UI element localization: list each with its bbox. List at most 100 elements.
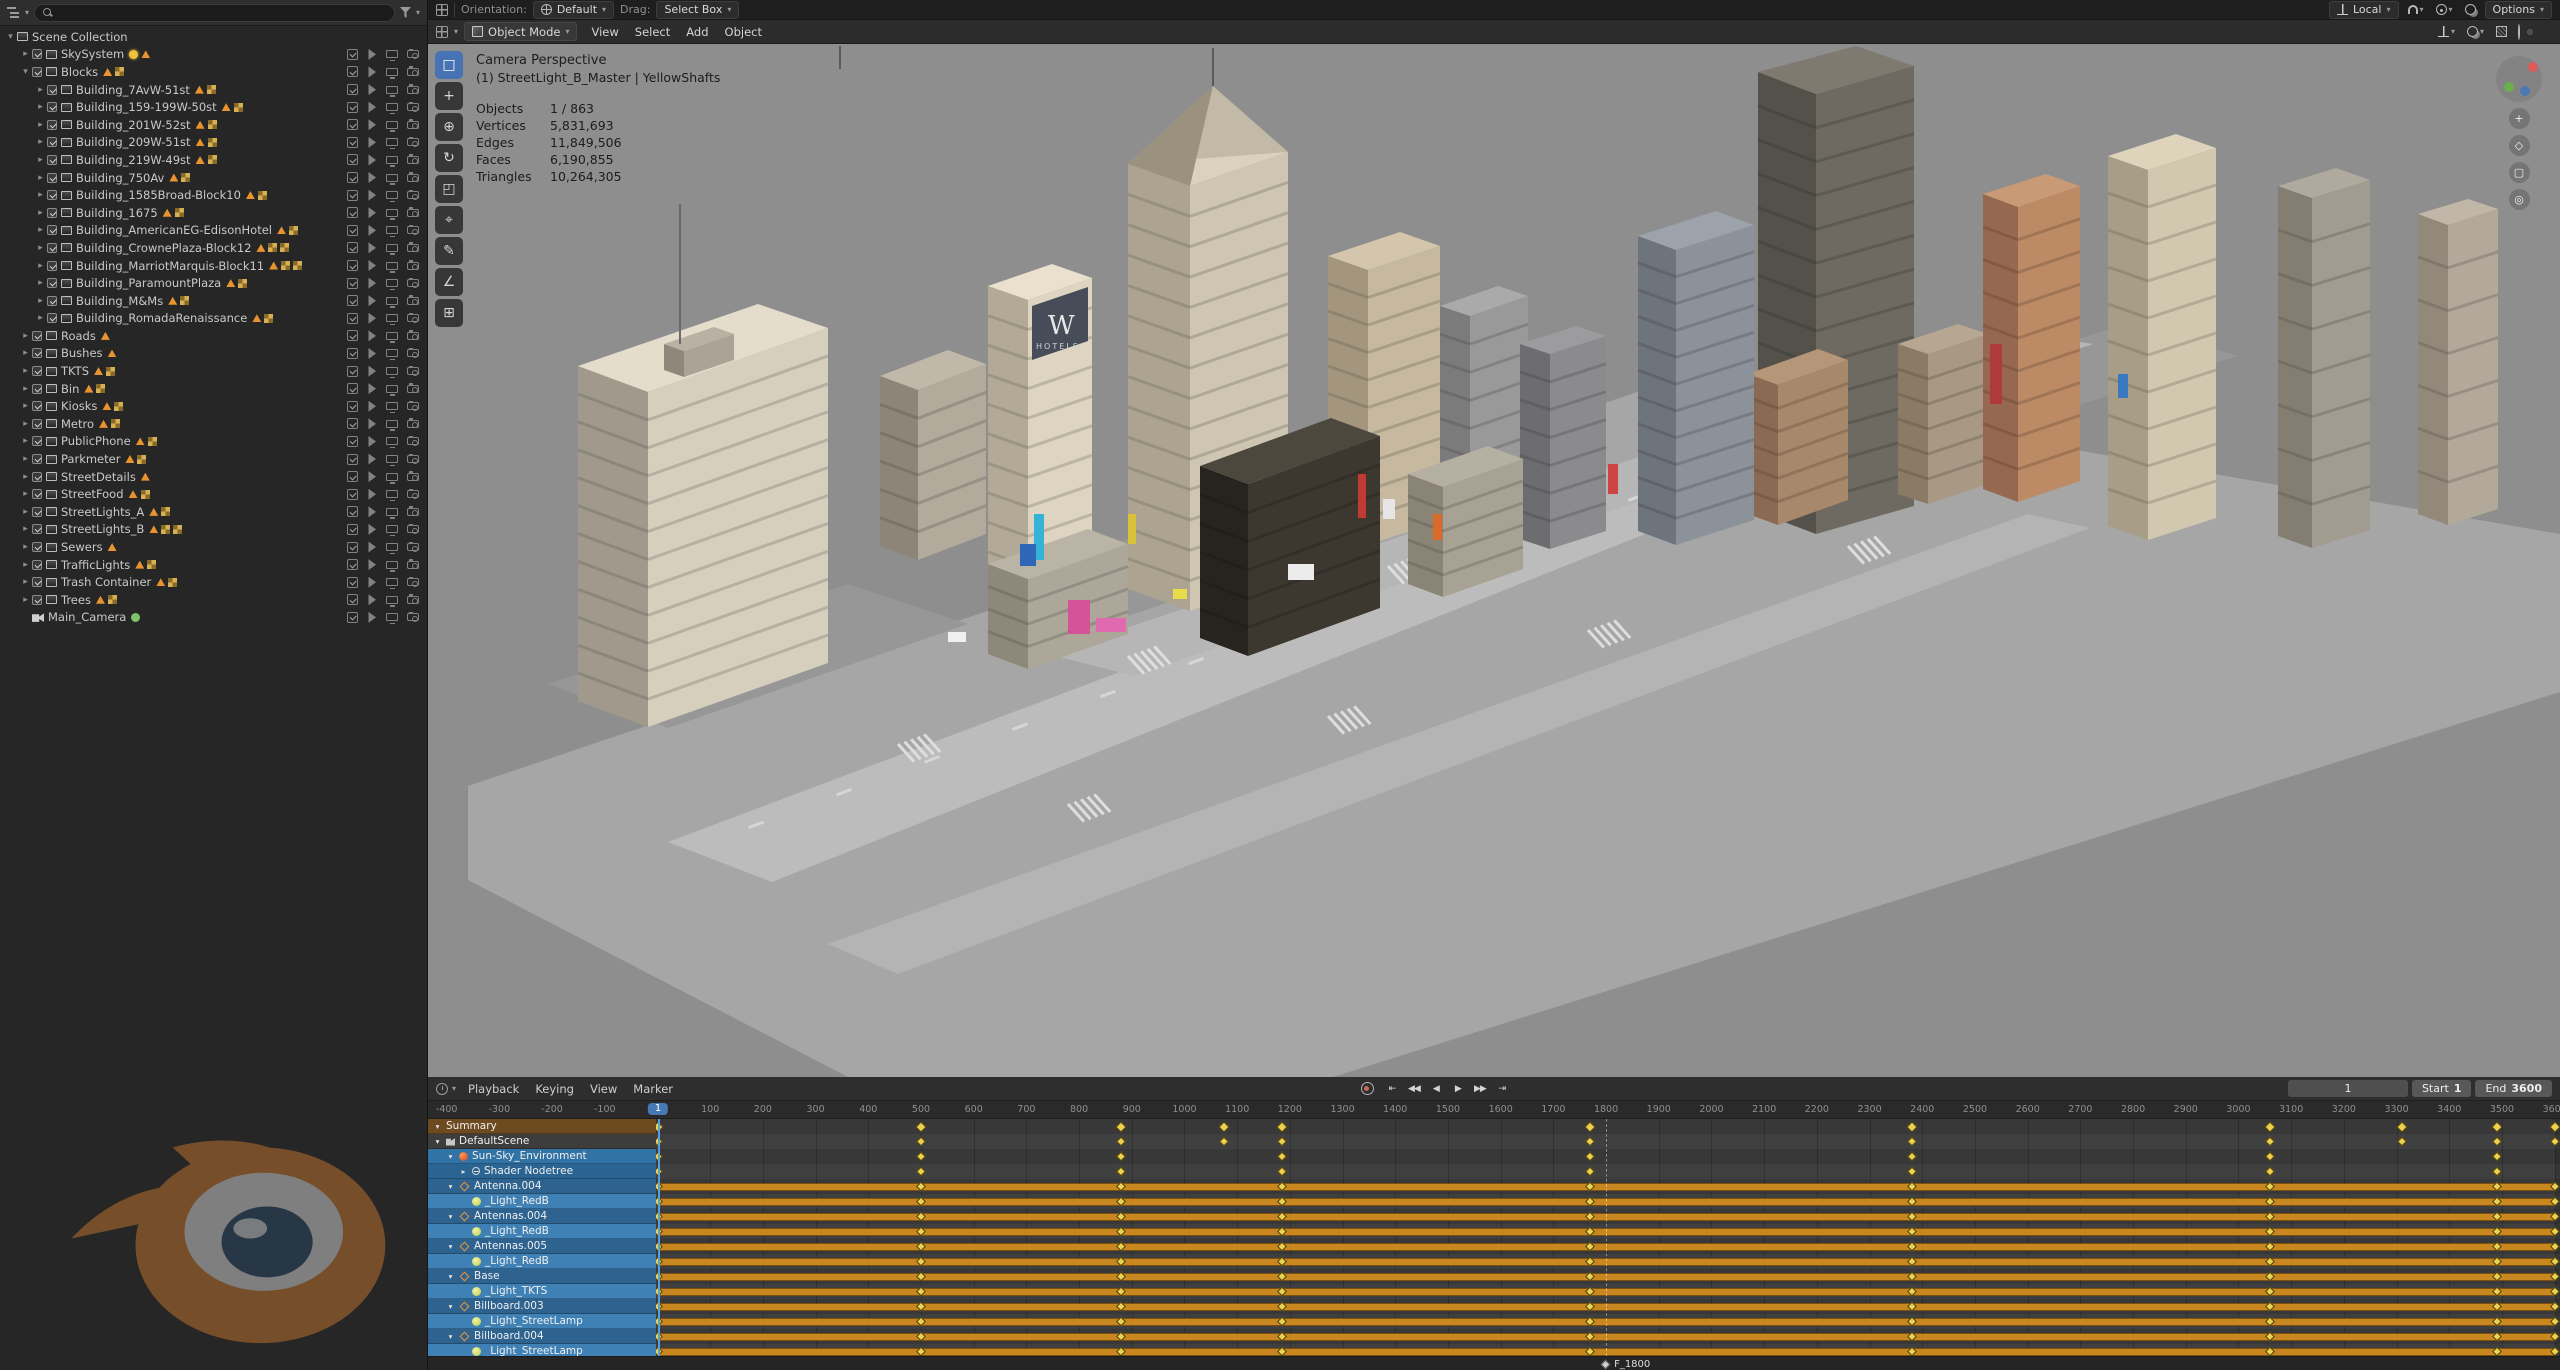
viewport-disable-toggle[interactable] [386,296,398,308]
keyframe-diamond[interactable] [2396,1136,2407,1147]
show-overlays-toggle[interactable]: ▾ [2464,25,2487,38]
channel-expand-icon[interactable]: ▾ [433,1122,442,1131]
render-disable-toggle[interactable] [407,189,419,200]
outliner-row[interactable]: ▸ StreetLights_A [0,503,427,521]
camera-view-button[interactable]: ▢ [2508,162,2530,183]
render-disable-toggle[interactable] [407,488,419,499]
expand-arrow-icon[interactable]: ▸ [34,120,47,130]
expand-arrow-icon[interactable]: ▸ [19,436,32,446]
viewport-disable-toggle[interactable] [386,138,398,150]
shading-rendered-button[interactable] [2548,30,2552,34]
outliner-row[interactable]: ▸ Kiosks [0,397,427,415]
exclude-toggle[interactable] [347,119,358,131]
render-disable-toggle[interactable] [407,400,419,411]
selectable-toggle[interactable] [368,295,376,307]
viewport-disable-toggle[interactable] [386,120,398,132]
keyframe-diamond[interactable] [2491,1151,2502,1162]
keyframe-diamond[interactable] [1218,1120,1230,1133]
expand-arrow-icon[interactable]: ▸ [34,102,47,112]
exclude-checkbox[interactable] [32,471,42,482]
editor-type-caret[interactable]: ▾ [25,8,29,17]
expand-arrow-icon[interactable]: ▸ [19,595,32,605]
outliner-row[interactable]: ▸ Building_AmericanEG-EdisonHotel [0,222,427,240]
exclude-checkbox[interactable] [47,207,57,218]
exclude-checkbox[interactable] [47,102,57,113]
selectable-toggle[interactable] [368,136,376,148]
keyframe-diamond[interactable] [916,1136,926,1147]
keyframe-diamond[interactable] [2549,1136,2560,1147]
current-frame-indicator[interactable]: 1 [647,1102,669,1115]
selectable-toggle[interactable] [368,576,376,588]
viewport-disable-toggle[interactable] [386,208,398,220]
viewport-disable-toggle[interactable] [386,155,398,167]
render-disable-toggle[interactable] [407,295,419,306]
dopesheet-channel[interactable]: ▸ Shader Nodetree [428,1164,656,1179]
exclude-checkbox[interactable] [32,577,42,588]
render-disable-toggle[interactable] [407,418,419,429]
keyframe-diamond[interactable] [1116,1166,1127,1177]
selectable-toggle[interactable] [368,435,376,447]
keyframe-diamond[interactable] [1585,1136,1596,1147]
keyframe-diamond[interactable] [2265,1136,2276,1147]
render-disable-toggle[interactable] [407,224,419,235]
exclude-checkbox[interactable] [32,330,42,341]
exclude-toggle[interactable] [347,365,358,377]
exclude-checkbox[interactable] [32,383,42,394]
expand-arrow-icon[interactable]: ▸ [34,278,47,288]
expand-arrow-icon[interactable]: ▸ [34,190,47,200]
play-reverse-button[interactable]: ◀ [1426,1080,1446,1097]
channel-expand-icon[interactable]: ▾ [446,1272,455,1281]
annotate-tool[interactable]: ✎ [435,237,463,265]
selectable-toggle[interactable] [368,48,376,60]
options-dropdown[interactable]: Options ▾ [2484,0,2552,19]
render-disable-toggle[interactable] [407,330,419,341]
render-disable-toggle[interactable] [407,453,419,464]
exclude-toggle[interactable] [347,312,358,324]
exclude-toggle[interactable] [347,260,358,272]
selectable-toggle[interactable] [368,523,376,535]
exclude-checkbox[interactable] [47,260,57,271]
dopesheet-channel[interactable]: _Light_TKTS [428,1284,656,1299]
exclude-toggle[interactable] [347,488,358,500]
render-disable-toggle[interactable] [407,435,419,446]
selectable-toggle[interactable] [368,559,376,571]
exclude-checkbox[interactable] [32,506,42,517]
outliner-row[interactable]: ▸ Trash Container [0,573,427,591]
jump-to-end-button[interactable]: ⇥ [1492,1080,1512,1097]
outliner-row[interactable]: ▸ Metro [0,415,427,433]
start-frame-field[interactable]: Start 1 [2411,1080,2472,1097]
render-disable-toggle[interactable] [407,312,419,323]
expand-arrow-icon[interactable]: ▸ [19,384,32,394]
proportional-edit-toggle[interactable]: ▾ [2433,3,2456,16]
exclude-toggle[interactable] [347,48,358,60]
exclude-toggle[interactable] [347,559,358,571]
shading-material-button[interactable] [2538,30,2542,34]
outliner-search[interactable] [34,3,395,22]
selectable-toggle[interactable] [368,418,376,430]
timeline-ruler[interactable]: -400 -300 -200 -100 100 200 300 400 500 600 700 800… [428,1101,2560,1119]
keyframe-diamond[interactable] [1277,1151,1287,1162]
expand-arrow-icon[interactable]: ▸ [19,419,32,429]
viewport-disable-toggle[interactable] [386,191,398,203]
outliner-row[interactable]: ▸ Bushes [0,345,427,363]
exclude-checkbox[interactable] [47,242,57,253]
selectable-toggle[interactable] [368,242,376,254]
keyframe-diamond[interactable] [915,1120,927,1133]
outliner-row[interactable]: ▸ Building_RomadaRenaissance [0,310,427,328]
outliner-row[interactable]: ▸ Building_219W-49st [0,151,427,169]
end-frame-field[interactable]: End 3600 [2475,1080,2552,1097]
selectable-toggle[interactable] [368,189,376,201]
exclude-toggle[interactable] [347,383,358,395]
jump-to-start-button[interactable]: ⇤ [1382,1080,1402,1097]
transform-orientation-dropdown[interactable]: Local ▾ [2328,0,2399,19]
exclude-checkbox[interactable] [32,524,42,535]
exclude-checkbox[interactable] [47,154,57,165]
viewport-menu-item[interactable]: View [583,23,626,41]
measure-tool[interactable]: ∠ [435,268,463,296]
dopesheet-channel[interactable]: ▾ Sun-Sky_Environment [428,1149,656,1164]
exclude-checkbox[interactable] [47,190,57,201]
shading-wireframe-button[interactable] [2516,23,2522,41]
channel-expand-icon[interactable]: ▾ [446,1242,455,1251]
channel-expand-icon[interactable]: ▾ [446,1152,455,1161]
outliner-row[interactable]: ▸ Roads [0,327,427,345]
